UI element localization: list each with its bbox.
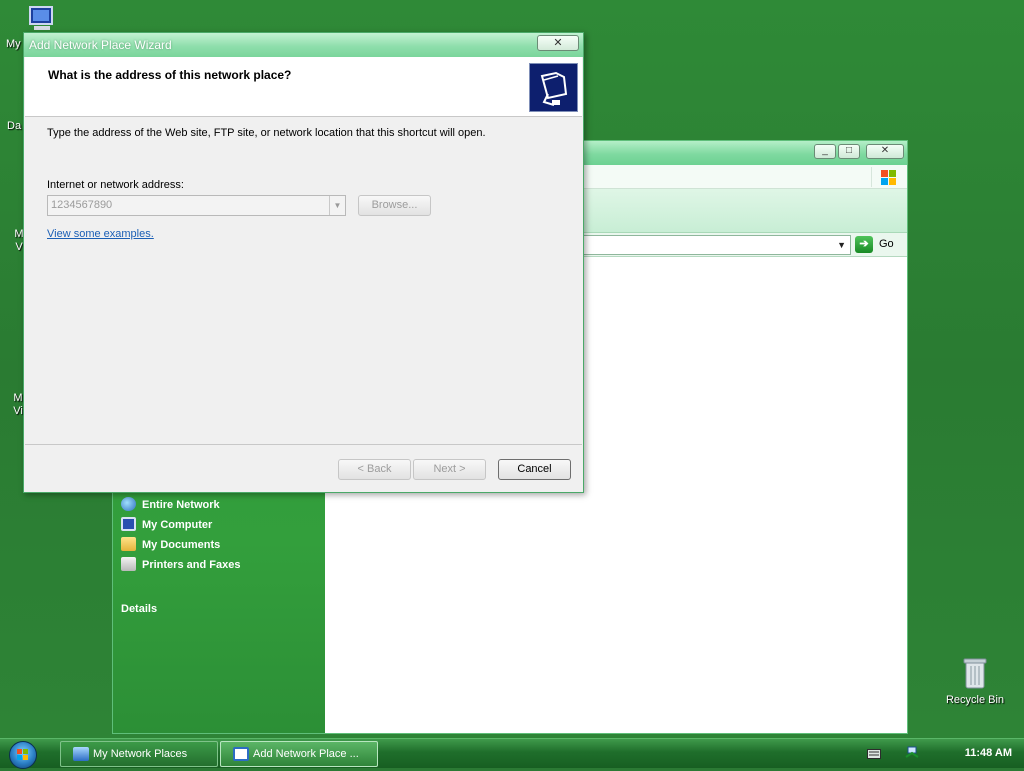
recycle-bin-icon: [963, 658, 987, 689]
network-status-icon[interactable]: [904, 745, 920, 761]
add-network-place-wizard: Add Network Place Wizard ✕ What is the a…: [23, 32, 584, 493]
desktop-icon-2[interactable]: Da: [7, 120, 21, 132]
windows-logo-icon: [871, 167, 901, 187]
task-link-my-computer[interactable]: My Computer: [121, 517, 212, 533]
wizard-close-button[interactable]: ✕: [537, 35, 579, 51]
taskbar-item-add-network-place[interactable]: Add Network Place ...: [220, 741, 378, 767]
network-address-value: 1234567890: [51, 199, 113, 211]
desktop-icon-label: Da: [7, 120, 22, 132]
taskbar-item-label: Add Network Place ...: [253, 748, 359, 760]
maximize-button[interactable]: □: [838, 144, 860, 159]
address-field-label: Internet or network address:: [47, 179, 184, 191]
desktop-icon-label: Recycle Bin: [945, 694, 1005, 706]
details-heading[interactable]: Details: [121, 603, 157, 615]
desktop-icon-label: My: [6, 38, 21, 50]
globe-icon: [121, 497, 136, 511]
close-button[interactable]: ✕: [866, 144, 904, 159]
wizard-window-icon: [233, 747, 249, 761]
wizard-heading: What is the address of this network plac…: [48, 68, 292, 82]
printer-icon: [121, 557, 136, 571]
task-link-label: My Documents: [142, 539, 221, 551]
clock[interactable]: 11:48 AM: [965, 747, 1012, 759]
windows-logo-icon: [17, 749, 28, 760]
task-link-label: Entire Network: [142, 499, 220, 511]
task-link-entire-network[interactable]: Entire Network: [121, 497, 220, 513]
taskbar-item-my-network-places[interactable]: My Network Places: [60, 741, 218, 767]
next-button[interactable]: Next >: [413, 459, 486, 480]
network-places-icon: [73, 747, 89, 761]
network-address-input[interactable]: 1234567890 ▼: [47, 195, 346, 216]
taskbar: My Network Places Add Network Place ... …: [0, 738, 1024, 769]
browse-button[interactable]: Browse...: [358, 195, 431, 216]
footer-divider: [25, 444, 582, 445]
keyboard-icon[interactable]: [867, 749, 881, 759]
chevron-down-icon[interactable]: ▼: [837, 240, 846, 250]
view-examples-link[interactable]: View some examples.: [47, 228, 154, 240]
wizard-titlebar[interactable]: Add Network Place Wizard ✕: [24, 33, 583, 57]
task-link-label: My Computer: [142, 519, 213, 531]
wizard-title: Add Network Place Wizard: [29, 38, 172, 52]
documents-folder-icon: [121, 537, 136, 551]
start-button[interactable]: [9, 741, 37, 769]
back-button[interactable]: < Back: [338, 459, 411, 480]
computer-icon: [121, 517, 136, 531]
desktop-icon-recycle-bin[interactable]: Recycle Bin: [940, 656, 1010, 706]
task-link-printers-and-faxes[interactable]: Printers and Faxes: [121, 557, 240, 573]
task-link-my-documents[interactable]: My Documents: [121, 537, 220, 553]
minimize-button[interactable]: _: [814, 144, 836, 159]
taskbar-item-label: My Network Places: [93, 748, 188, 760]
network-folder-icon: [529, 63, 578, 112]
cancel-button[interactable]: Cancel: [498, 459, 571, 480]
go-button[interactable]: ➔ Go: [855, 235, 905, 255]
go-label: Go: [879, 238, 894, 250]
system-tray: 11:48 AM: [867, 739, 1024, 769]
wizard-header: What is the address of this network plac…: [25, 57, 582, 117]
chevron-down-icon[interactable]: ▼: [329, 196, 345, 215]
go-arrow-icon: ➔: [855, 236, 873, 253]
wizard-description: Type the address of the Web site, FTP si…: [47, 127, 486, 139]
task-link-label: Printers and Faxes: [142, 559, 241, 571]
